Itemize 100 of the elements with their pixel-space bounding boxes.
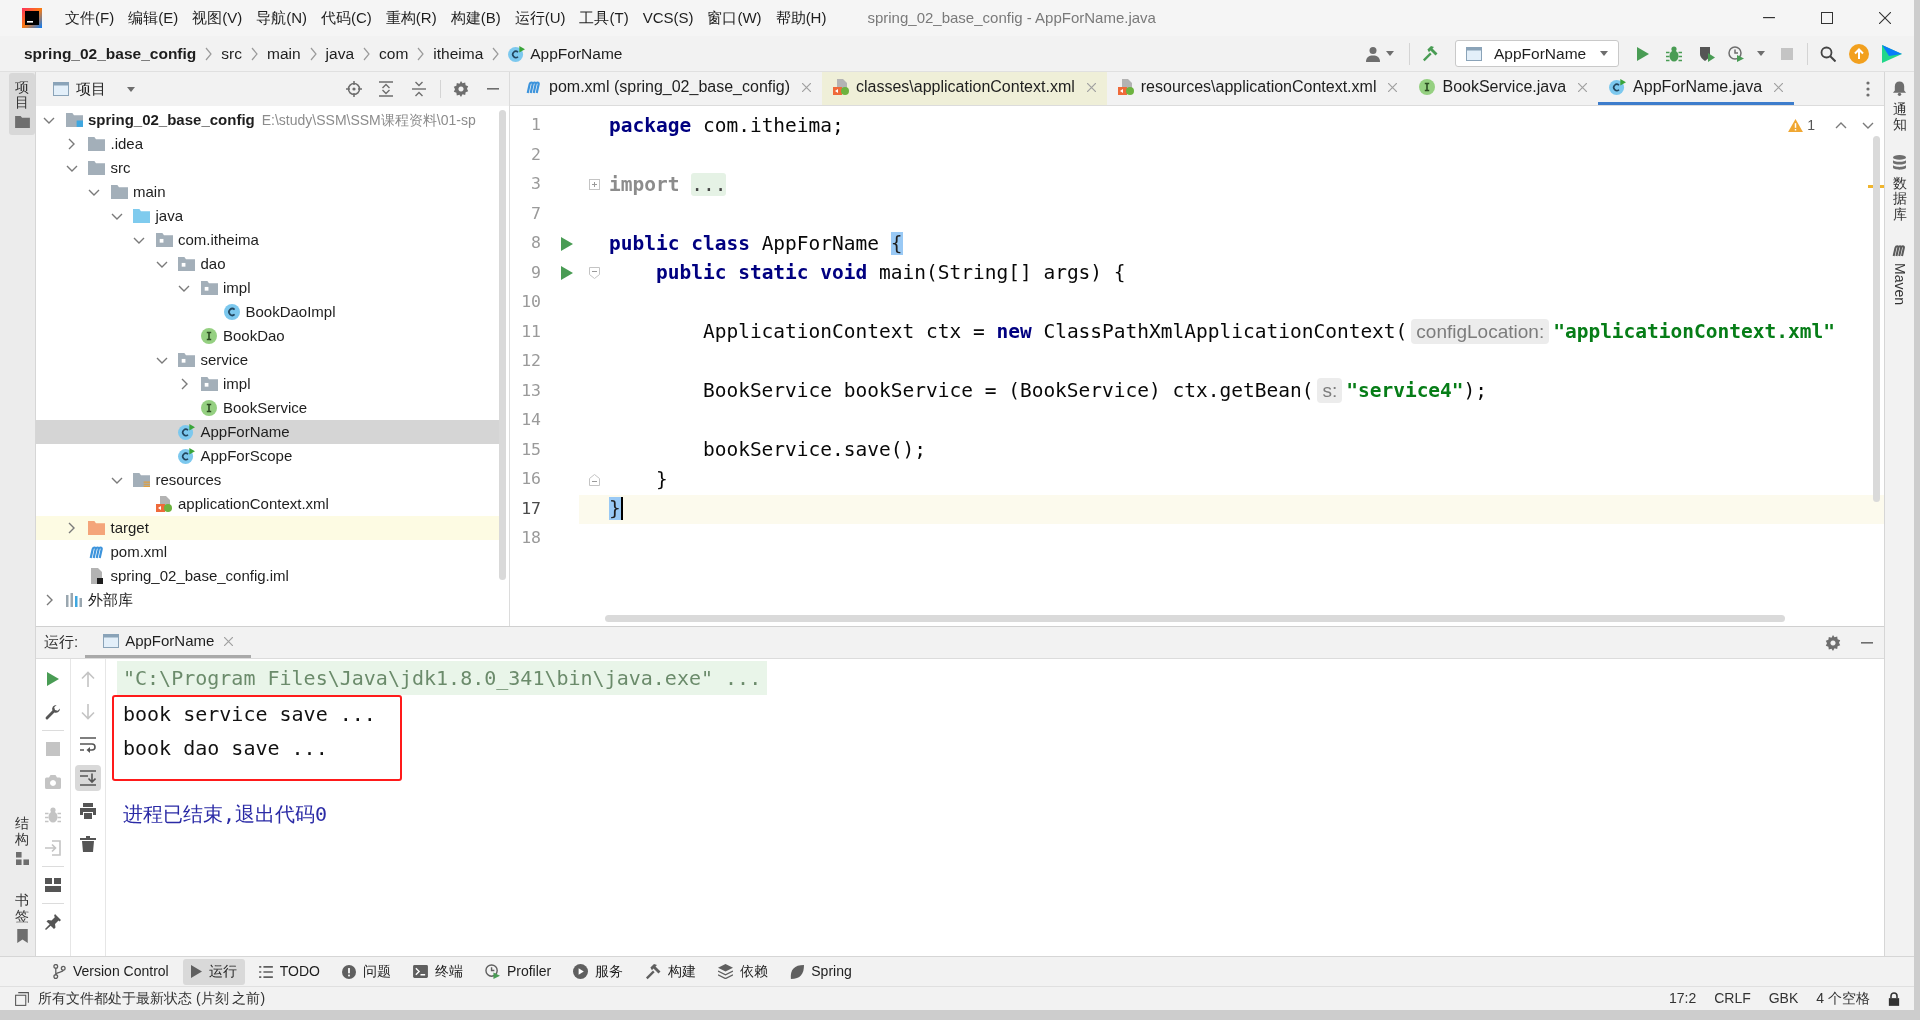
chevron-down-icon[interactable] — [110, 212, 123, 220]
tree-item[interactable]: pom.xml — [36, 540, 499, 564]
breadcrumb-item[interactable]: spring_02_base_config — [24, 41, 197, 66]
status-item[interactable]: CRLF — [1714, 988, 1751, 1009]
tree-item[interactable]: AppForScope — [36, 444, 499, 468]
status-item[interactable]: 17:2 — [1668, 988, 1697, 1009]
settings-icon[interactable] — [1825, 634, 1841, 651]
tool-window-tab[interactable]: 构建 — [637, 958, 705, 985]
tree-item[interactable]: main — [36, 180, 499, 204]
tree-item[interactable]: src — [36, 156, 499, 180]
menu-item[interactable]: 帮助(H) — [768, 6, 834, 30]
play-icon[interactable] — [561, 236, 573, 251]
tool-window-tab[interactable]: 服务 — [565, 958, 632, 985]
chevron-down-icon[interactable] — [178, 284, 190, 292]
chevron-right-icon[interactable] — [68, 522, 75, 534]
tool-window-button[interactable]: 数据库 — [1892, 154, 1907, 222]
editor-tab[interactable]: BookService.java — [1408, 72, 1599, 105]
tree-item[interactable]: .idea — [36, 132, 499, 156]
breadcrumb-item[interactable]: main — [266, 41, 301, 66]
tree-item[interactable]: BookService — [36, 396, 499, 420]
fold-plus-icon[interactable] — [588, 179, 600, 191]
tree-item[interactable]: java — [36, 204, 499, 228]
menu-item[interactable]: 构建(B) — [443, 6, 508, 30]
menu-item[interactable]: 代码(C) — [314, 6, 379, 30]
tool-window-tab[interactable]: 依赖 — [710, 958, 777, 985]
breadcrumb-item[interactable]: itheima — [433, 41, 484, 66]
tool-window-button[interactable]: 通知 — [1892, 81, 1907, 133]
tool-window-tab[interactable]: TODO — [250, 958, 328, 985]
fold-icon[interactable] — [588, 473, 600, 486]
breadcrumb-item[interactable]: com — [379, 41, 409, 66]
tool-window-button[interactable]: 结构 — [9, 809, 35, 873]
tree-item[interactable]: spring_02_base_config.iml — [36, 564, 499, 588]
chevron-down-icon[interactable] — [155, 356, 168, 364]
minimize-icon[interactable] — [1763, 17, 1775, 19]
chevron-right-icon[interactable] — [180, 378, 188, 390]
printer-icon[interactable] — [80, 802, 96, 819]
chevron-down-icon[interactable] — [65, 164, 78, 172]
tool-window-tab[interactable]: 运行 — [182, 958, 245, 985]
crosshair-icon[interactable] — [346, 81, 362, 97]
scrollbar[interactable] — [1873, 136, 1880, 502]
menu-item[interactable]: 窗口(W) — [700, 6, 769, 30]
tool-window-tab[interactable]: Spring — [782, 958, 860, 985]
hammer-icon[interactable] — [1422, 45, 1438, 62]
chevron-down-icon[interactable] — [88, 188, 100, 196]
chevron-down-icon[interactable] — [133, 236, 145, 244]
status-item[interactable]: GBK — [1768, 988, 1799, 1009]
tool-window-tab[interactable]: Version Control — [45, 958, 177, 985]
chevron-down-icon[interactable] — [110, 476, 123, 484]
tree-item[interactable]: target — [36, 516, 499, 540]
settings-icon[interactable] — [453, 81, 469, 97]
tool-window-tab[interactable]: Profiler — [476, 958, 560, 985]
tree-item[interactable]: BookDaoImpl — [36, 300, 499, 324]
breadcrumb-item[interactable]: java — [325, 41, 354, 66]
collapse-all-icon[interactable] — [412, 81, 426, 97]
play-icon[interactable] — [561, 266, 573, 281]
caret-icon[interactable] — [1386, 51, 1394, 56]
tree-item[interactable]: impl — [36, 372, 499, 396]
menu-item[interactable]: VCS(S) — [635, 6, 701, 30]
play-icon[interactable] — [47, 671, 59, 686]
more-icon[interactable] — [1866, 80, 1870, 97]
tree-item[interactable]: dao — [36, 252, 499, 276]
view-selector[interactable]: 项目 — [53, 77, 135, 101]
chevron-down-icon[interactable] — [43, 116, 55, 124]
tree-item[interactable]: impl — [36, 276, 499, 300]
tree-item[interactable]: com.itheima — [36, 228, 499, 252]
scrollbar[interactable] — [499, 110, 506, 580]
shield-icon[interactable] — [1699, 45, 1715, 62]
tool-window-tab[interactable]: 终端 — [404, 958, 471, 985]
chevron-up-icon[interactable] — [1835, 122, 1847, 129]
tree-item[interactable]: 外部库 — [36, 588, 499, 612]
tree-item[interactable]: service — [36, 348, 499, 372]
tool-window-button[interactable]: 书签 — [9, 886, 35, 950]
editor-tab[interactable]: pom.xml (spring_02_base_config) — [515, 72, 822, 105]
wrap-icon[interactable] — [80, 736, 96, 753]
breadcrumb-item[interactable]: AppForName — [508, 41, 623, 66]
chevron-right-icon[interactable] — [45, 594, 53, 606]
run-config-dropdown[interactable]: AppForName — [1455, 40, 1619, 67]
caret-icon[interactable] — [1757, 51, 1765, 56]
minimize-icon[interactable] — [1861, 641, 1873, 644]
chevron-down-icon[interactable] — [1862, 122, 1874, 129]
bug-icon[interactable] — [1666, 45, 1682, 62]
menu-item[interactable]: 视图(V) — [185, 6, 250, 30]
user-icon[interactable] — [1366, 45, 1380, 62]
editor-tab[interactable]: classes\applicationContext.xml — [822, 72, 1107, 105]
tool-window-tab[interactable]: 问题 — [333, 958, 399, 985]
tree-item[interactable]: spring_02_base_config E:\study\SSM\SSM课程资料\01-sp — [36, 108, 499, 132]
tree-item[interactable]: AppForName — [36, 420, 499, 444]
trash-icon[interactable] — [80, 835, 96, 852]
lock-icon[interactable] — [1888, 991, 1900, 1006]
editor-tab[interactable]: resources\applicationContext.xml — [1106, 72, 1409, 105]
chevron-right-icon[interactable] — [68, 138, 75, 150]
tool-window-button[interactable]: Maven — [1891, 243, 1908, 305]
menu-item[interactable]: 运行(U) — [507, 6, 573, 30]
wrench-icon[interactable] — [45, 703, 61, 720]
layout-icon[interactable] — [45, 877, 61, 892]
fold-icon[interactable] — [588, 267, 600, 280]
menu-item[interactable]: 重构(R) — [378, 6, 444, 30]
play-icon[interactable] — [1637, 46, 1649, 61]
tree-item[interactable]: resources — [36, 468, 499, 492]
search-icon[interactable] — [1820, 45, 1836, 62]
